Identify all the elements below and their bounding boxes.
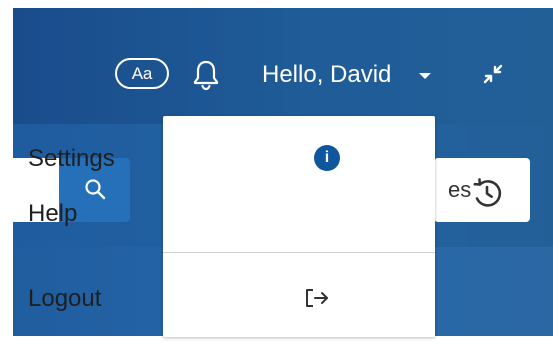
history-icon (470, 176, 504, 210)
user-dropdown-menu (163, 116, 435, 337)
menu-divider (163, 252, 435, 253)
user-menu-trigger[interactable]: Hello, David (262, 58, 440, 92)
history-label-fragment: es (448, 177, 472, 202)
menu-item-logout-label: Logout (28, 285, 102, 312)
user-greeting: Hello, David (262, 61, 392, 88)
minimize-button[interactable] (481, 62, 505, 86)
font-size-button[interactable]: Aa (115, 58, 169, 89)
font-size-label: Aa (131, 64, 153, 83)
menu-item-logout[interactable]: Logout (28, 284, 101, 314)
info-badge: i (314, 145, 340, 171)
screen: Aa Hello, David es Settings i Help Logou… (0, 0, 553, 347)
info-badge-label: i (324, 149, 330, 166)
menu-item-help-label: Help (28, 200, 78, 227)
menu-item-settings[interactable]: Settings (28, 144, 115, 174)
menu-item-settings-label: Settings (28, 145, 115, 172)
logout-icon (303, 288, 331, 308)
notifications-button[interactable] (192, 58, 220, 92)
history-button[interactable]: es (434, 158, 530, 222)
bell-icon (192, 58, 220, 92)
chevron-down-icon (419, 73, 431, 79)
menu-item-help[interactable]: Help (28, 199, 77, 229)
minimize-icon (481, 62, 505, 86)
